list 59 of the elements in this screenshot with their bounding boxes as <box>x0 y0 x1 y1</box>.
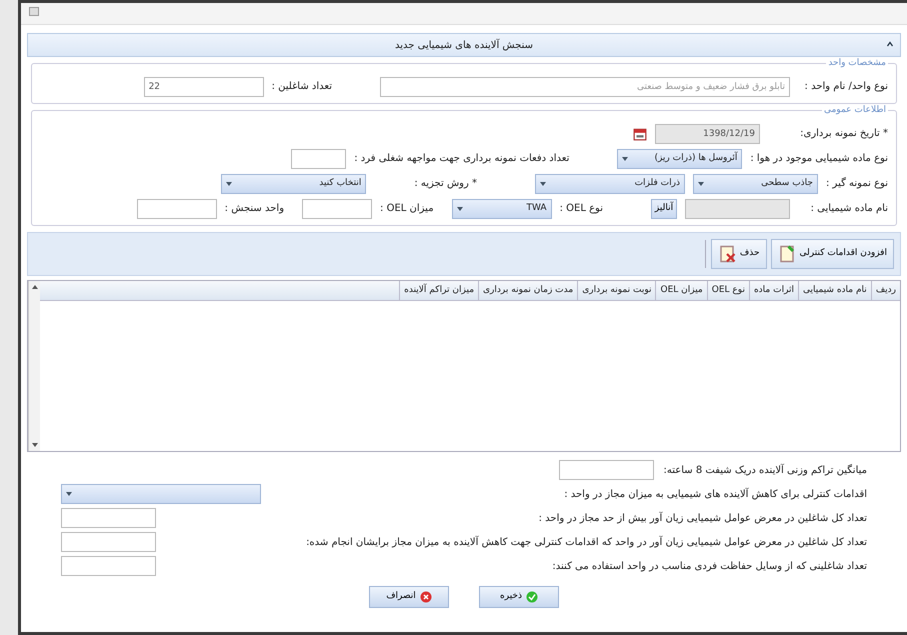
fieldset-legend: اطلاعات عمومی <box>822 104 888 118</box>
caret-icon <box>622 156 628 160</box>
collapse-icon[interactable] <box>886 41 894 47</box>
window-icon <box>29 7 39 16</box>
field-label: تعداد شاغلین : <box>272 80 332 94</box>
panel-title: سنجش آلاینده های شیمیایی جدید <box>394 38 534 52</box>
field-label: اقدامات کنترلی برای کاهش آلاینده های شیمیایی به میزان مجاز در واحد : <box>564 486 867 502</box>
document-icon <box>778 245 796 263</box>
column-header: اثرات ماده <box>748 281 798 300</box>
dropdown[interactable]: جاذب سطحی <box>693 174 818 194</box>
caret-icon <box>226 182 232 186</box>
lookup-button[interactable]: آنالیز <box>651 198 677 218</box>
field-label: نوع OEL : <box>560 202 603 216</box>
scrollbar[interactable] <box>28 281 40 451</box>
check-icon <box>526 591 538 603</box>
input-field[interactable] <box>61 556 156 576</box>
column-header: نام ماده شیمیایی <box>798 281 871 300</box>
save-button[interactable]: ذخیره <box>479 586 559 608</box>
document-icon <box>718 245 736 263</box>
column-header: ردیف <box>870 281 900 300</box>
dropdown[interactable]: ذرات فلزات <box>535 174 685 194</box>
caret-icon <box>66 492 72 496</box>
field-label: نوع ماده شیمیایی موجود در هوا : <box>750 152 888 166</box>
dropdown[interactable]: انتخاب کنید <box>221 174 366 194</box>
input-field[interactable] <box>136 198 217 218</box>
input-field[interactable] <box>61 508 156 528</box>
field-label: * روش تجزیه : <box>414 177 477 191</box>
field-label: واحد سنجش : <box>224 202 284 216</box>
input-field[interactable] <box>61 532 156 552</box>
toolbar-button[interactable]: افزودن اقدامات کنترلی <box>770 239 894 269</box>
column-header: مدت زمان نمونه برداری <box>478 281 578 300</box>
close-icon <box>420 591 432 603</box>
column-header: نوبت نمونه برداری <box>577 281 656 300</box>
caret-icon <box>698 182 704 186</box>
field-label: میانگین تراکم وزنی آلاینده دریک شیفت 8 ساعته: <box>664 462 867 478</box>
field-label: میزان OEL : <box>380 202 434 216</box>
column-header: میزان OEL <box>655 281 707 300</box>
toolbar-button[interactable]: حذف <box>710 239 767 269</box>
input-field[interactable]: 22 <box>144 76 264 96</box>
column-header: میزان تراکم آلاینده <box>399 281 478 300</box>
input-field[interactable] <box>291 148 346 168</box>
field-label: تعداد کل شاغلین در معرض عوامل شیمیایی زیان آور بیش از حد مجاز در واحد : <box>538 510 867 526</box>
field-label: تعداد شاغلینی که از وسایل حفاظت فردی مناسب در واحد استفاده می کنند: <box>552 560 867 574</box>
input-field[interactable] <box>558 460 654 480</box>
field-label: * تاریخ نمونه برداری: <box>799 127 888 141</box>
caret-icon <box>540 182 546 186</box>
field-label: نام ماده شیمیایی : <box>810 202 888 216</box>
dropdown[interactable]: TWA <box>452 198 552 218</box>
cancel-button[interactable]: انصراف <box>369 586 449 608</box>
field-label: نوع نمونه گیر : <box>826 176 888 191</box>
caret-icon <box>456 206 463 210</box>
dropdown[interactable]: آئروسل ها (ذرات ريز) <box>617 148 742 168</box>
column-header: نوع OEL <box>706 281 749 300</box>
input-field[interactable] <box>302 198 372 218</box>
field-label: نوع واحد/ نام واحد : <box>804 80 888 94</box>
field-label: تعداد دفعات نمونه برداری جهت مواجهه شغلی فرد : <box>354 152 570 166</box>
fieldset-legend: مشخصات واحد <box>826 57 888 70</box>
field-label: تعداد کل شاغلین در معرض عوامل شیمیایی زیان آور در واحد که اقدامات کنترلی جهت کاهش آلاینده به میزان مجاز برایشان انجام شده: <box>306 534 867 550</box>
dropdown[interactable] <box>61 484 261 504</box>
